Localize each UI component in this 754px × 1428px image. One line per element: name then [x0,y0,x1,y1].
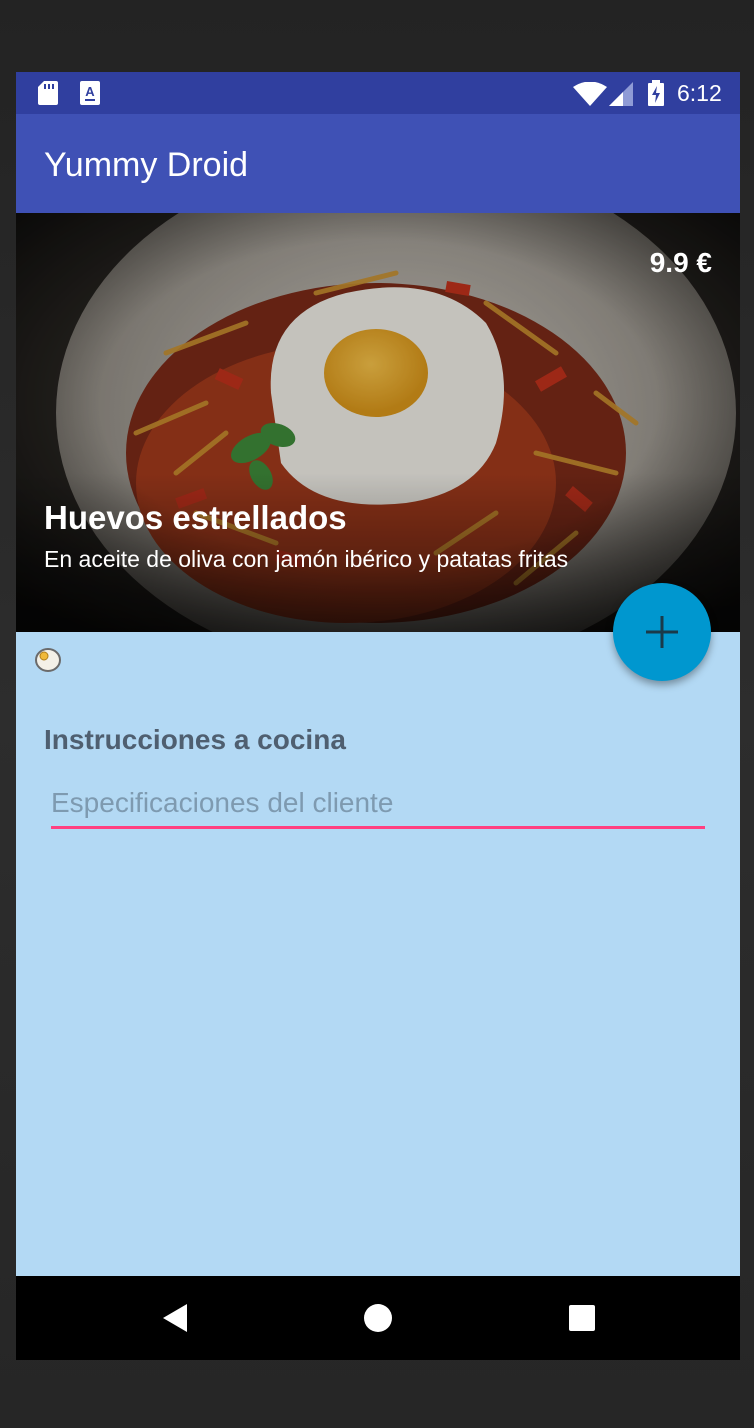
app-bar: Yummy Droid [16,114,740,213]
status-bar: A 6:12 [16,72,740,114]
nav-bar [16,1276,740,1360]
add-button[interactable] [613,583,711,681]
egg-icon [35,648,61,672]
battery-charging-icon [648,80,664,106]
screen: A 6:12 Yummy Droid 9.9 € Huevos estrella… [16,72,740,1360]
instructions-label: Instrucciones a cocina [44,724,346,755]
home-icon[interactable] [363,1302,393,1334]
sd-card-icon [38,81,58,105]
dish-name: Huevos estrellados [44,499,347,536]
dish-hero: 9.9 € Huevos estrellados En aceite de ol… [16,213,740,632]
dish-price: 9.9 € [649,247,712,278]
plus-icon [646,616,678,648]
signal-icon [609,82,633,106]
dish-description: En aceite de oliva con jamón ibérico y p… [44,546,569,572]
status-time: 6:12 [677,80,722,106]
customer-specifications-input[interactable] [51,780,705,829]
svg-text:A: A [85,84,95,99]
keyboard-a-icon: A [80,81,100,105]
back-icon[interactable] [161,1302,189,1334]
app-title: Yummy Droid [44,146,249,184]
wifi-icon [573,82,607,106]
recents-icon[interactable] [568,1302,596,1334]
